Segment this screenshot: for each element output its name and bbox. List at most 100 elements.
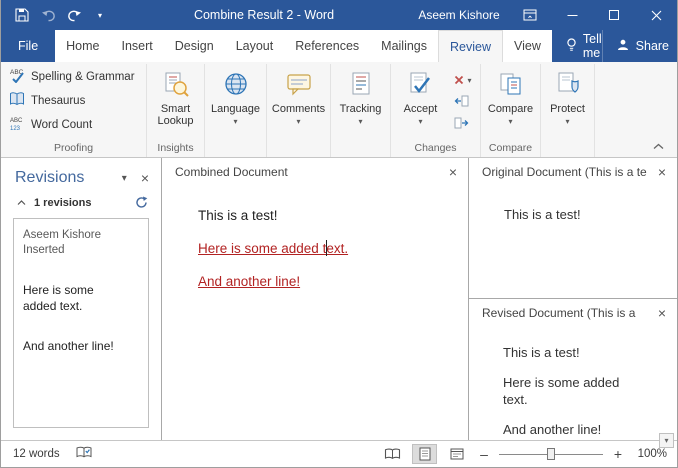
undo-icon[interactable] xyxy=(37,4,59,26)
share-label: Share xyxy=(636,39,669,53)
doc-line: Here is some added text. xyxy=(503,374,637,408)
group-protect: Protect ▾ xyxy=(541,64,595,157)
tab-insert[interactable]: Insert xyxy=(111,30,164,62)
next-change-icon xyxy=(454,117,469,132)
tab-home[interactable]: Home xyxy=(55,30,110,62)
collapse-ribbon-icon[interactable] xyxy=(649,139,667,153)
revised-close-icon[interactable]: × xyxy=(656,306,668,320)
thesaurus-button[interactable]: Thesaurus xyxy=(3,89,144,112)
combined-pane-title: Combined Document xyxy=(175,165,288,179)
minimize-icon[interactable] xyxy=(551,0,593,30)
title-bar: ▾ Combine Result 2 - Word Aseem Kishore xyxy=(1,0,677,30)
revisions-close-icon[interactable]: × xyxy=(139,171,151,185)
revised-document-view[interactable]: This is a test! Here is some added text.… xyxy=(469,326,677,451)
compare-docs-icon xyxy=(498,68,524,100)
word-count-icon: ABC123 xyxy=(9,115,25,134)
status-bar: 12 words – + 100% xyxy=(1,440,677,467)
group-comments: Comments ▾ xyxy=(267,64,331,157)
compare-button[interactable]: Compare ▾ xyxy=(483,65,538,140)
tab-layout[interactable]: Layout xyxy=(225,30,285,62)
language-button[interactable]: Language ▾ xyxy=(208,65,264,140)
tell-me-button[interactable]: Tell me xyxy=(566,32,602,60)
word-window: ▾ Combine Result 2 - Word Aseem Kishore … xyxy=(0,0,678,468)
protect-button[interactable]: Protect ▾ xyxy=(543,65,592,140)
zoom-slider xyxy=(499,445,603,463)
share-button[interactable]: Share xyxy=(602,30,669,62)
tab-review[interactable]: Review xyxy=(438,30,503,62)
smart-lookup-button[interactable]: Smart Lookup xyxy=(149,65,202,140)
original-close-icon[interactable]: × xyxy=(656,165,668,179)
redo-icon[interactable] xyxy=(63,4,85,26)
lightbulb-icon xyxy=(566,38,577,55)
scroll-down-icon[interactable]: ▾ xyxy=(659,433,674,448)
chevron-down-icon: ▾ xyxy=(467,77,471,84)
revision-author: Aseem Kishore xyxy=(23,228,126,243)
doc-line: This is a test! xyxy=(504,206,667,223)
word-count-status[interactable]: 12 words xyxy=(13,448,60,460)
web-layout-icon[interactable] xyxy=(444,444,469,464)
accept-button[interactable]: Accept ▾ xyxy=(394,65,446,140)
document-area: Revisions ▾ × 1 revisions Aseem Kishore … xyxy=(1,158,677,440)
globe-icon xyxy=(223,68,249,100)
source-documents-column: Original Document (This is a te × This i… xyxy=(469,158,677,440)
tab-mailings[interactable]: Mailings xyxy=(370,30,438,62)
tab-view[interactable]: View xyxy=(503,30,552,62)
signed-in-user[interactable]: Aseem Kishore xyxy=(409,8,509,22)
proofing-status-icon[interactable] xyxy=(76,446,92,462)
refresh-icon[interactable] xyxy=(135,196,148,209)
protect-shield-icon xyxy=(555,68,581,100)
save-icon[interactable] xyxy=(11,4,33,26)
thesaurus-label: Thesaurus xyxy=(31,95,85,107)
smart-lookup-icon xyxy=(163,68,189,100)
track-changes-icon xyxy=(348,68,374,100)
reject-button[interactable]: ▾ xyxy=(451,71,474,89)
group-language: Language ▾ xyxy=(205,64,267,157)
ribbon-display-options-icon[interactable] xyxy=(509,0,551,30)
book-icon xyxy=(9,91,25,110)
comments-button[interactable]: Comments ▾ xyxy=(271,65,327,140)
smart-lookup-label: Smart Lookup xyxy=(149,103,202,127)
revisions-pane-title: Revisions xyxy=(15,169,111,187)
spelling-grammar-button[interactable]: ABC Spelling & Grammar xyxy=(3,65,144,88)
next-change-button[interactable] xyxy=(451,115,474,133)
combined-close-icon[interactable]: × xyxy=(447,165,459,179)
customize-qat-button[interactable]: ▾ xyxy=(89,4,111,26)
revisions-pane: Revisions ▾ × 1 revisions Aseem Kishore … xyxy=(1,158,162,440)
text-cursor xyxy=(326,240,327,256)
maximize-icon[interactable] xyxy=(593,0,635,30)
tell-me-label: Tell me xyxy=(583,32,602,60)
previous-change-button[interactable] xyxy=(451,93,474,111)
close-icon[interactable] xyxy=(635,0,677,30)
accept-label: Accept xyxy=(404,103,438,115)
revision-card[interactable]: Aseem Kishore Inserted Here is some adde… xyxy=(13,218,149,428)
combined-document-editor[interactable]: This is a test! Here is some added text.… xyxy=(162,185,468,440)
revisions-menu-icon[interactable]: ▾ xyxy=(122,173,127,184)
group-proofing: ABC Spelling & Grammar Thesaurus ABC123 … xyxy=(1,64,147,157)
original-document-view[interactable]: This is a test! xyxy=(469,185,677,298)
doc-line: And another line! xyxy=(503,421,637,438)
chevron-down-icon: ▾ xyxy=(233,118,237,125)
revised-document-pane: Revised Document (This is a × This is a … xyxy=(469,299,677,451)
group-insights: Smart Lookup Insights xyxy=(147,64,205,157)
word-count-button[interactable]: ABC123 Word Count xyxy=(3,113,144,136)
tab-design[interactable]: Design xyxy=(164,30,225,62)
reject-x-icon xyxy=(454,73,464,88)
print-layout-icon[interactable] xyxy=(412,444,437,464)
chevron-down-icon: ▾ xyxy=(508,118,512,125)
group-changes: Accept ▾ ▾ xyxy=(391,64,481,157)
tab-references[interactable]: References xyxy=(284,30,370,62)
group-tracking: Tracking ▾ xyxy=(331,64,391,157)
tracking-button[interactable]: Tracking ▾ xyxy=(333,65,388,140)
changes-mini-buttons: ▾ xyxy=(449,65,476,140)
group-label-proofing: Proofing xyxy=(3,140,144,157)
svg-text:123: 123 xyxy=(10,126,21,131)
tab-file[interactable]: File xyxy=(1,30,55,62)
group-label-compare: Compare xyxy=(483,140,538,157)
ribbon-tab-bar: File Home Insert Design Layout Reference… xyxy=(1,30,677,62)
window-controls xyxy=(509,0,677,30)
zoom-slider-thumb[interactable] xyxy=(547,448,555,460)
read-mode-icon[interactable] xyxy=(380,444,405,464)
chevron-down-icon: ▾ xyxy=(565,118,569,125)
doc-line-inserted: And another line! xyxy=(198,273,448,290)
collapse-summary-icon[interactable] xyxy=(17,197,26,209)
